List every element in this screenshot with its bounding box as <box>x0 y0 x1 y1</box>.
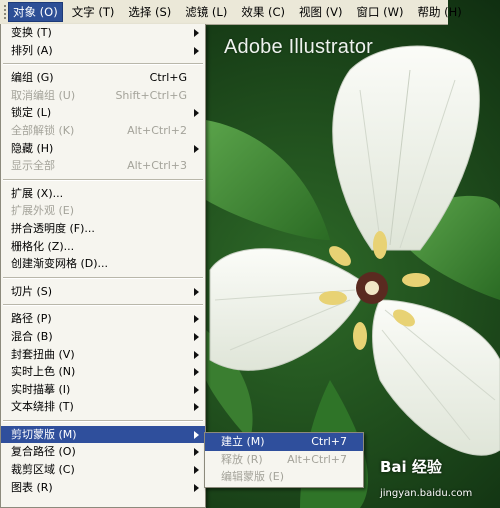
shortcut-text: Alt+Ctrl+2 <box>127 123 187 137</box>
menu-help[interactable]: 帮助 (H) <box>413 2 467 22</box>
shortcut-text: Ctrl+7 <box>311 435 347 448</box>
menu-item-label: 创建渐变网格 (D)... <box>11 257 109 271</box>
submenu-item-make[interactable]: 建立 (M) Ctrl+7 <box>205 433 363 451</box>
menu-item-blend[interactable]: 混合 (B) <box>1 328 205 346</box>
menu-item-label: 拼合透明度 (F)... <box>11 221 95 235</box>
menu-item-ungroup[interactable]: 取消编组 (U) Shift+Ctrl+G <box>1 87 205 105</box>
menu-type[interactable]: 文字 (T) <box>67 2 120 22</box>
menu-filter[interactable]: 滤镜 (L) <box>180 2 232 22</box>
menu-item-label: 裁剪区域 (C) <box>11 463 75 477</box>
menu-item-label: 释放 (R) <box>221 452 263 466</box>
menu-item-live-trace[interactable]: 实时描摹 (I) <box>1 381 205 399</box>
menu-item-label: 显示全部 <box>11 159 55 173</box>
submenu-arrow-icon <box>194 385 199 394</box>
menu-item-label: 封套扭曲 (V) <box>11 347 75 361</box>
menu-item-rasterize[interactable]: 栅格化 (Z)... <box>1 238 205 256</box>
menu-object[interactable]: 对象 (O) <box>8 2 63 22</box>
menu-item-crop-area[interactable]: 裁剪区域 (C) <box>1 461 205 479</box>
menu-item-show-all[interactable]: 显示全部 Alt+Ctrl+3 <box>1 157 205 175</box>
menu-window[interactable]: 窗口 (W) <box>352 2 409 22</box>
submenu-item-edit-mask[interactable]: 编辑蒙版 (E) <box>205 468 363 486</box>
submenu-arrow-icon <box>194 315 199 324</box>
menu-item-expand-appearance[interactable]: 扩展外观 (E) <box>1 202 205 220</box>
menu-item-live-paint[interactable]: 实时上色 (N) <box>1 363 205 381</box>
shortcut-text: Shift+Ctrl+G <box>115 88 187 102</box>
menu-item-label: 排列 (A) <box>11 43 53 57</box>
submenu-arrow-icon <box>194 109 199 118</box>
object-menu-dropdown: 变换 (T) 排列 (A) 编组 (G) Ctrl+G 取消编组 (U) Shi… <box>0 24 206 508</box>
menu-effect[interactable]: 效果 (C) <box>236 2 290 22</box>
menu-separator <box>3 304 203 307</box>
menu-item-envelope-distort[interactable]: 封套扭曲 (V) <box>1 346 205 364</box>
menu-select[interactable]: 选择 (S) <box>123 2 176 22</box>
menu-item-label: 复合路径 (O) <box>11 445 76 459</box>
menu-item-graph[interactable]: 图表 (R) <box>1 479 205 497</box>
menu-item-hide[interactable]: 隐藏 (H) <box>1 140 205 158</box>
menu-item-label: 全部解锁 (K) <box>11 123 75 137</box>
menu-item-label: 混合 (B) <box>11 329 53 343</box>
menu-item-label: 剪切蒙版 (M) <box>11 427 77 441</box>
menu-item-arrange[interactable]: 排列 (A) <box>1 42 205 60</box>
menu-item-flatten-transparency[interactable]: 拼合透明度 (F)... <box>1 220 205 238</box>
menu-item-clipping-mask[interactable]: 剪切蒙版 (M) <box>1 425 205 444</box>
menu-item-unlock-all[interactable]: 全部解锁 (K) Alt+Ctrl+2 <box>1 122 205 140</box>
submenu-arrow-icon <box>194 430 199 439</box>
menu-separator <box>3 276 203 279</box>
menu-bar: 对象 (O) 文字 (T) 选择 (S) 滤镜 (L) 效果 (C) 视图 (V… <box>0 0 462 25</box>
menu-item-label: 建立 (M) <box>221 435 265 448</box>
menu-item-label: 扩展外观 (E) <box>11 204 75 218</box>
menu-item-label: 编组 (G) <box>11 71 54 85</box>
submenu-arrow-icon <box>194 403 199 412</box>
menu-separator <box>3 178 203 181</box>
menu-item-label: 文本绕排 (T) <box>11 400 74 414</box>
menu-view[interactable]: 视图 (V) <box>294 2 348 22</box>
menu-item-transform[interactable]: 变换 (T) <box>1 24 205 42</box>
menu-item-compound-path[interactable]: 复合路径 (O) <box>1 443 205 461</box>
submenu-arrow-icon <box>194 368 199 377</box>
menu-item-label: 锁定 (L) <box>11 106 52 120</box>
menu-item-expand[interactable]: 扩展 (X)... <box>1 185 205 203</box>
menu-item-label: 取消编组 (U) <box>11 88 76 102</box>
watermark-logo: Bai 经验 <box>380 458 442 476</box>
submenu-arrow-icon <box>194 46 199 55</box>
menu-item-label: 切片 (S) <box>11 284 53 298</box>
submenu-arrow-icon <box>194 448 199 457</box>
menu-item-lock[interactable]: 锁定 (L) <box>1 104 205 122</box>
submenu-arrow-icon <box>194 29 199 37</box>
submenu-arrow-icon <box>194 483 199 492</box>
menu-item-text-wrap[interactable]: 文本绕排 (T) <box>1 398 205 416</box>
submenu-arrow-icon <box>194 144 199 153</box>
app-title: Adobe Illustrator <box>224 36 374 58</box>
menu-item-label: 图表 (R) <box>11 480 53 494</box>
menu-item-label: 扩展 (X)... <box>11 186 64 200</box>
watermark-url: jingyan.baidu.com <box>380 488 473 499</box>
menu-item-label: 路径 (P) <box>11 312 52 326</box>
menu-item-label: 编辑蒙版 (E) <box>221 470 285 484</box>
menu-separator <box>3 419 203 422</box>
shortcut-text: Alt+Ctrl+3 <box>127 159 187 173</box>
menu-item-label: 变换 (T) <box>11 26 52 39</box>
menu-item-group[interactable]: 编组 (G) Ctrl+G <box>1 69 205 87</box>
shortcut-text: Alt+Ctrl+7 <box>287 452 347 466</box>
submenu-arrow-icon <box>194 287 199 296</box>
menu-item-label: 实时描摹 (I) <box>11 382 71 396</box>
menu-item-path[interactable]: 路径 (P) <box>1 310 205 328</box>
submenu-item-release[interactable]: 释放 (R) Alt+Ctrl+7 <box>205 451 363 469</box>
menu-item-label: 隐藏 (H) <box>11 141 54 155</box>
menubar-grip <box>4 5 6 19</box>
submenu-arrow-icon <box>194 350 199 359</box>
submenu-arrow-icon <box>194 332 199 341</box>
submenu-arrow-icon <box>194 466 199 475</box>
menu-separator <box>3 63 203 66</box>
menu-item-gradient-mesh[interactable]: 创建渐变网格 (D)... <box>1 255 205 273</box>
menu-item-label: 栅格化 (Z)... <box>11 239 75 253</box>
menu-item-label: 实时上色 (N) <box>11 365 76 379</box>
menu-item-slice[interactable]: 切片 (S) <box>1 283 205 301</box>
clipping-mask-submenu: 建立 (M) Ctrl+7 释放 (R) Alt+Ctrl+7 编辑蒙版 (E) <box>204 432 364 488</box>
shortcut-text: Ctrl+G <box>149 71 187 85</box>
